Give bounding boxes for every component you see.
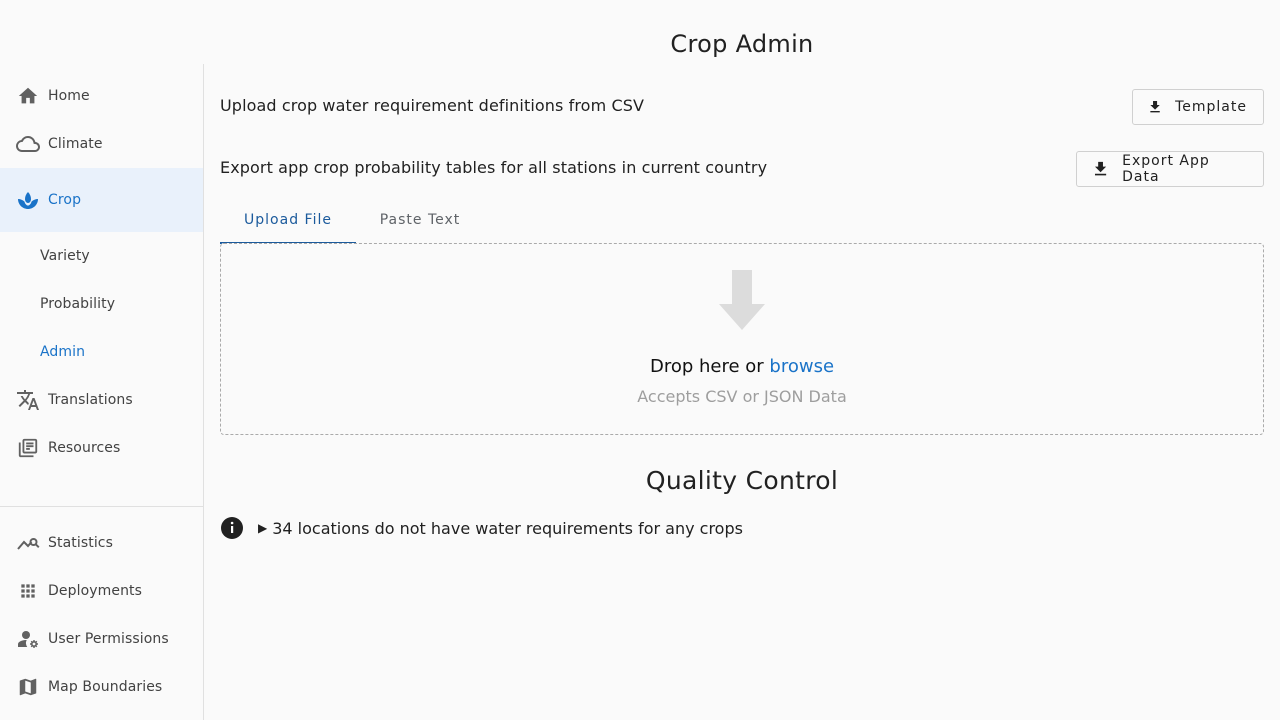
tab-paste-text[interactable]: Paste Text xyxy=(368,200,472,244)
upload-description: Upload crop water requirement definition… xyxy=(220,96,645,115)
map-icon xyxy=(16,675,40,699)
sidebar: Home Climate Crop Variety Probability Ad… xyxy=(0,64,204,720)
sidebar-item-crop[interactable]: Crop xyxy=(0,168,203,232)
quality-control-item-text[interactable]: 34 locations do not have water requireme… xyxy=(272,519,743,538)
export-button-label: Export App Data xyxy=(1122,153,1210,185)
export-description: Export app crop probability tables for a… xyxy=(220,158,768,177)
sidebar-item-statistics[interactable]: Statistics xyxy=(0,519,203,567)
sidebar-item-label: Deployments xyxy=(48,583,143,599)
library-icon xyxy=(16,436,40,460)
sidebar-item-user-permissions[interactable]: User Permissions xyxy=(0,615,203,663)
home-icon xyxy=(16,84,40,108)
sidebar-subitem-variety[interactable]: Variety xyxy=(40,232,90,280)
sidebar-item-resources[interactable]: Resources xyxy=(0,424,203,472)
sidebar-item-label: Climate xyxy=(48,136,103,152)
sidebar-item-climate[interactable]: Climate xyxy=(0,120,203,168)
template-button[interactable]: Template xyxy=(1132,89,1264,125)
user-gear-icon xyxy=(16,627,40,651)
download-icon xyxy=(1094,161,1107,176)
browse-link[interactable]: browse xyxy=(769,356,834,377)
dropzone-prompt: Drop here or xyxy=(649,356,764,377)
quality-control-item: ▶ 34 locations do not have water require… xyxy=(220,516,743,540)
cloud-icon xyxy=(16,132,40,156)
download-icon xyxy=(1150,100,1160,113)
sidebar-item-translations[interactable]: Translations xyxy=(0,376,203,424)
sidebar-item-home[interactable]: Home xyxy=(0,72,203,120)
sidebar-item-label: Map Boundaries xyxy=(48,679,163,695)
sidebar-subitem-admin[interactable]: Admin xyxy=(40,328,85,376)
page-title: Crop Admin xyxy=(670,30,814,58)
arrow-down-icon xyxy=(719,270,765,330)
sidebar-item-label: Resources xyxy=(48,440,121,456)
sidebar-item-label: User Permissions xyxy=(48,631,169,647)
sprout-icon xyxy=(16,188,40,212)
sidebar-item-label: Crop xyxy=(48,192,82,208)
dropzone-text: Drop here or browse xyxy=(221,356,1263,377)
expand-caret-icon[interactable]: ▶ xyxy=(258,521,267,535)
tab-upload-file[interactable]: Upload File xyxy=(220,200,356,244)
template-button-label: Template xyxy=(1175,99,1247,115)
sidebar-item-label: Statistics xyxy=(48,535,113,551)
dropzone-subtext: Accepts CSV or JSON Data xyxy=(637,387,847,406)
chart-search-icon xyxy=(16,531,40,555)
translate-icon xyxy=(16,388,40,412)
sidebar-item-label: Translations xyxy=(48,392,133,408)
sidebar-item-label: Home xyxy=(48,88,90,104)
sidebar-item-deployments[interactable]: Deployments xyxy=(0,567,203,615)
sidebar-item-map-boundaries[interactable]: Map Boundaries xyxy=(0,663,203,711)
info-icon xyxy=(220,516,244,540)
file-dropzone[interactable]: Drop here or browse Accepts CSV or JSON … xyxy=(220,243,1264,435)
quality-control-title: Quality Control xyxy=(645,466,839,495)
apps-grid-icon xyxy=(16,579,40,603)
sidebar-divider xyxy=(0,506,203,507)
export-app-data-button[interactable]: Export App Data xyxy=(1076,151,1264,187)
sidebar-subitem-probability[interactable]: Probability xyxy=(40,280,115,328)
